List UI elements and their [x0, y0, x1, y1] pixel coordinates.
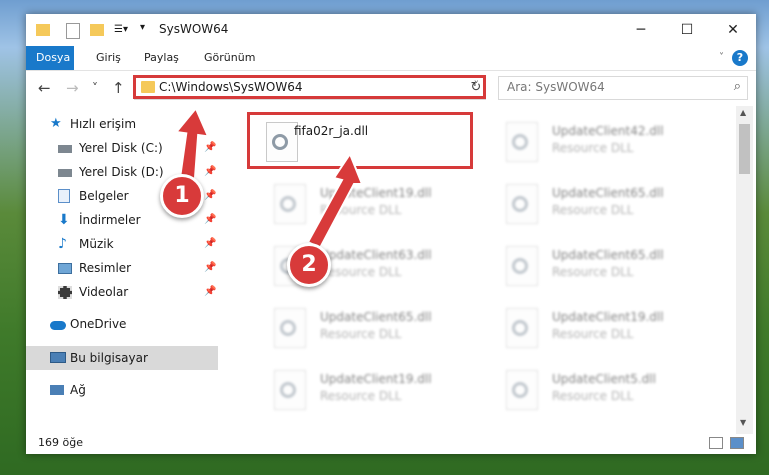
gear-icon: [512, 258, 528, 274]
window-title: SysWOW64: [159, 22, 229, 36]
file-name: UpdateClient65.dll: [320, 310, 432, 324]
help-icon[interactable]: ?: [732, 50, 748, 66]
sidebar-item-label: Belgeler: [79, 189, 129, 203]
pin-icon[interactable]: 📌: [204, 256, 216, 280]
search-input[interactable]: Ara: SysWOW64 ⌕: [498, 76, 748, 100]
file-name: UpdateClient19.dll: [320, 372, 432, 386]
list-item[interactable]: UpdateClient65.dll Resource DLL: [486, 176, 716, 232]
tab-gorunum[interactable]: Görünüm: [194, 46, 265, 70]
customize-toolbar-icon[interactable]: ☰▾: [114, 24, 130, 36]
gear-icon: [512, 196, 528, 212]
sidebar-item-music[interactable]: ♪ Müzik 📌: [26, 232, 218, 256]
vertical-scrollbar[interactable]: ▲ ▼: [736, 106, 753, 434]
gear-icon: [280, 382, 296, 398]
network-icon: [50, 385, 64, 395]
maximize-button[interactable]: ☐: [664, 14, 710, 46]
expand-ribbon-icon[interactable]: ˅: [719, 52, 724, 63]
documents-icon: [58, 189, 70, 203]
list-item[interactable]: UpdateClient19.dll Resource DLL: [254, 362, 484, 418]
sidebar-item-label: Bu bilgisayar: [70, 351, 148, 365]
sidebar-item-onedrive[interactable]: OneDrive: [26, 312, 218, 336]
step-badge-2: 2: [287, 243, 331, 287]
file-type: Resource DLL: [552, 203, 634, 217]
gear-icon: [512, 320, 528, 336]
sidebar-item-label: Müzik: [79, 237, 114, 251]
list-item[interactable]: UpdateClient5.dll Resource DLL: [486, 362, 716, 418]
pin-icon[interactable]: 📌: [204, 280, 216, 304]
file-type: Resource DLL: [320, 389, 402, 403]
forward-button[interactable]: →: [66, 79, 79, 97]
folder-icon: [36, 24, 50, 36]
cloud-icon: [50, 321, 66, 330]
file-name: UpdateClient65.dll: [552, 248, 664, 262]
large-icons-view-icon[interactable]: [730, 437, 744, 449]
pictures-icon: [58, 263, 72, 274]
recent-locations-button[interactable]: ˅: [92, 81, 98, 95]
sidebar-item-label: Ağ: [70, 383, 86, 397]
sidebar-item-label: Hızlı erişim: [70, 117, 137, 131]
download-icon: ⬇: [58, 212, 70, 228]
video-icon: [58, 286, 72, 299]
up-button[interactable]: ↑: [112, 79, 125, 97]
music-icon: ♪: [58, 236, 67, 252]
gear-icon: [280, 320, 296, 336]
back-button[interactable]: ←: [38, 79, 51, 97]
list-item[interactable]: UpdateClient65.dll Resource DLL: [486, 238, 716, 294]
drive-icon: [58, 145, 72, 153]
sidebar-item-network[interactable]: Ağ: [26, 378, 218, 402]
pin-icon[interactable]: 📌: [204, 208, 216, 232]
tab-giris[interactable]: Giriş: [86, 46, 131, 70]
file-type: Resource DLL: [552, 141, 634, 155]
tab-paylas[interactable]: Paylaş: [134, 46, 189, 70]
title-bar: ☰▾ ▾ SysWOW64 ─ ☐ ✕: [26, 14, 756, 46]
sidebar-item-pictures[interactable]: Resimler 📌: [26, 256, 218, 280]
search-icon: ⌕: [733, 79, 741, 94]
file-type: Resource DLL: [552, 265, 634, 279]
sidebar-item-this-pc[interactable]: Bu bilgisayar: [26, 346, 218, 370]
sidebar-item-label: Resimler: [79, 261, 132, 275]
file-name: UpdateClient65.dll: [552, 186, 664, 200]
chevron-down-icon[interactable]: ▾: [140, 22, 145, 38]
new-folder-icon[interactable]: [90, 24, 104, 36]
tab-dosya[interactable]: Dosya: [26, 46, 74, 70]
file-name: UpdateClient42.dll: [552, 124, 664, 138]
sidebar-item-label: OneDrive: [70, 317, 127, 331]
status-bar: 169 öğe: [26, 434, 756, 454]
list-item[interactable]: UpdateClient19.dll Resource DLL: [486, 300, 716, 356]
file-type: Resource DLL: [552, 389, 634, 403]
scroll-down-icon[interactable]: ▼: [740, 418, 746, 427]
star-icon: ★: [50, 116, 62, 131]
gear-icon: [512, 134, 528, 150]
drive-icon: [58, 169, 72, 177]
file-name: UpdateClient5.dll: [552, 372, 656, 386]
list-item[interactable]: UpdateClient42.dll Resource DLL: [486, 114, 716, 170]
file-type: Resource DLL: [320, 327, 402, 341]
scroll-up-icon[interactable]: ▲: [740, 108, 746, 117]
file-type: Resource DLL: [552, 327, 634, 341]
item-count: 169 öğe: [38, 436, 83, 449]
gear-icon: [512, 382, 528, 398]
sidebar-item-videos[interactable]: Videolar 📌: [26, 280, 218, 304]
step-badge-1: 1: [160, 174, 204, 218]
close-button[interactable]: ✕: [710, 14, 756, 46]
file-name: UpdateClient19.dll: [552, 310, 664, 324]
sidebar-item-label: Yerel Disk (D:): [79, 165, 164, 179]
details-view-icon[interactable]: [709, 437, 723, 449]
ribbon-tabs: Dosya Giriş Paylaş Görünüm ˅ ?: [26, 46, 756, 71]
search-placeholder: Ara: SysWOW64: [507, 80, 605, 94]
list-item[interactable]: UpdateClient65.dll Resource DLL: [254, 300, 484, 356]
sidebar-item-label: İndirmeler: [79, 213, 141, 227]
address-highlight-box: [133, 75, 486, 99]
scrollbar-thumb[interactable]: [739, 124, 750, 174]
navigation-bar: ← → ˅ ↑ C:\Windows\SysWOW64 ˅ ↻ Ara: Sys…: [26, 71, 756, 105]
properties-icon[interactable]: [66, 23, 80, 39]
computer-icon: [50, 352, 66, 363]
minimize-button[interactable]: ─: [618, 14, 664, 46]
sidebar-item-label: Yerel Disk (C:): [79, 141, 163, 155]
pin-icon[interactable]: 📌: [204, 232, 216, 256]
file-type: Resource DLL: [320, 265, 402, 279]
sidebar-item-label: Videolar: [79, 285, 129, 299]
